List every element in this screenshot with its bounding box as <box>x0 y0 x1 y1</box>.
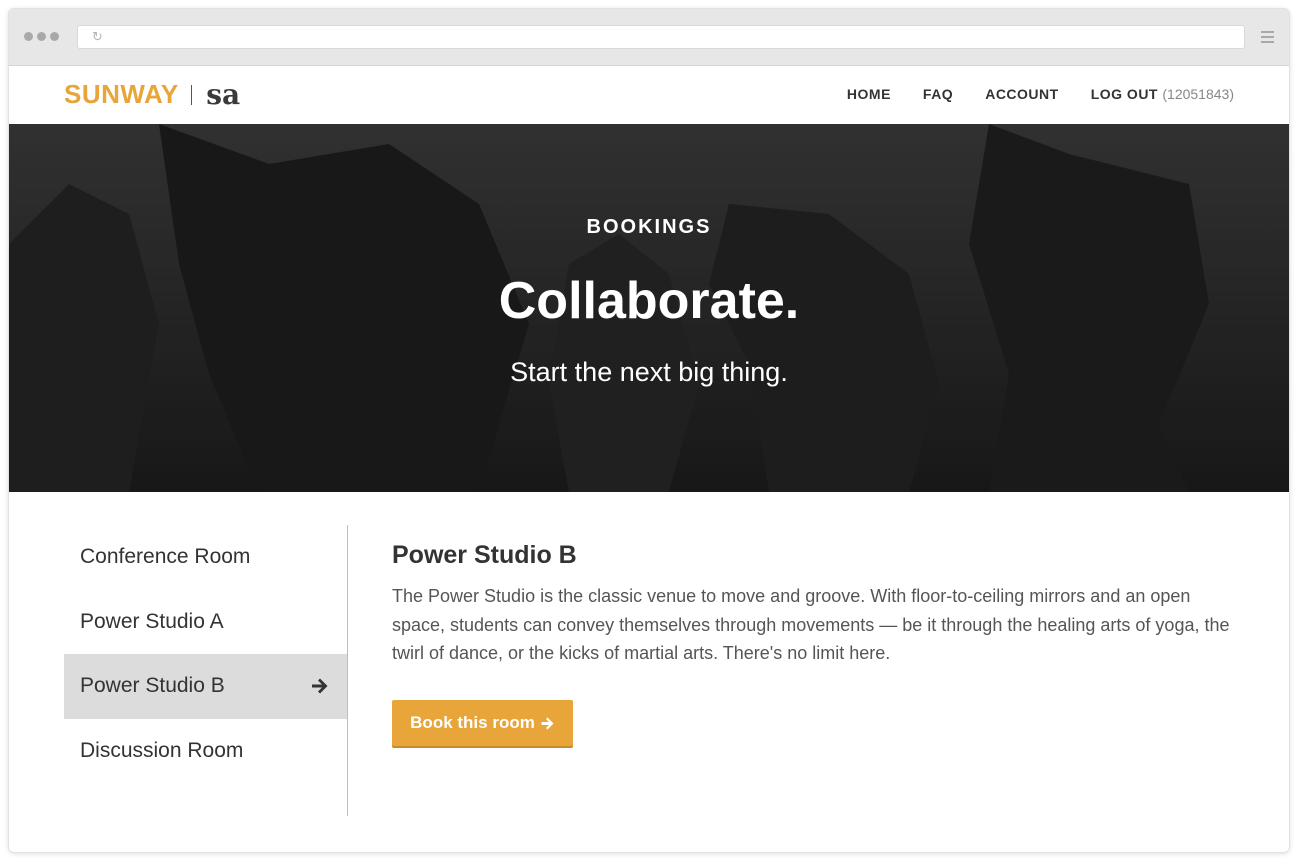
hero-title: Collaborate. <box>498 272 800 330</box>
window-controls <box>24 32 59 41</box>
room-item-label: Discussion Room <box>80 738 244 762</box>
logout-label: LOG OUT <box>1090 86 1158 102</box>
hero-eyebrow: BOOKINGS <box>586 216 712 238</box>
window-dot-icon <box>37 32 46 41</box>
nav-link-home[interactable]: HOME <box>847 86 891 102</box>
room-item-label: Conference Room <box>80 545 251 569</box>
room-description: The Power Studio is the classic venue to… <box>392 586 1230 663</box>
room-item-conference-room[interactable]: Conference Room <box>64 525 347 590</box>
site-header: SUNWAY sa HOME FAQ ACCOUNT LOG OUT (1205… <box>9 66 1289 124</box>
room-item-power-studio-a[interactable]: Power Studio A <box>64 590 347 655</box>
hero-banner: BOOKINGS Collaborate. Start the next big… <box>9 124 1289 492</box>
hamburger-menu-icon[interactable] <box>1261 31 1274 46</box>
room-item-discussion-room[interactable]: Discussion Room <box>64 719 347 784</box>
main-nav: HOME FAQ ACCOUNT LOG OUT (12051843) <box>847 86 1234 102</box>
reload-icon[interactable]: ↻ <box>92 29 103 45</box>
browser-chrome: ↻ <box>9 9 1289 66</box>
hero-subtitle: Start the next big thing. <box>510 357 788 387</box>
window-dot-icon <box>24 32 33 41</box>
arrow-right-icon <box>312 678 328 694</box>
book-button-label: Book this room <box>410 713 535 732</box>
nav-link-logout[interactable]: LOG OUT (12051843) <box>1091 86 1234 102</box>
room-item-label: Power Studio B <box>80 674 225 698</box>
nav-link-account[interactable]: ACCOUNT <box>985 86 1059 102</box>
address-bar[interactable]: ↻ <box>77 25 1245 49</box>
browser-window: ↻ SUNWAY sa HOME FAQ ACCOUNT LOG OUT (12… <box>9 9 1289 852</box>
site-logo[interactable]: SUNWAY sa <box>64 79 240 110</box>
logo-divider <box>190 84 193 105</box>
logo-brand-text: SUNWAY <box>64 79 179 109</box>
logo-sub-text: sa <box>206 77 241 111</box>
room-detail: Power Studio B The Power Studio is the c… <box>392 541 1242 746</box>
room-item-power-studio-b[interactable]: Power Studio B <box>64 654 347 719</box>
window-dot-icon <box>50 32 59 41</box>
room-title: Power Studio B <box>392 541 577 569</box>
room-list: Conference Room Power Studio A Power Stu… <box>64 525 348 816</box>
book-room-button[interactable]: Book this room <box>392 700 573 746</box>
user-id: (12051843) <box>1162 86 1234 102</box>
nav-link-faq[interactable]: FAQ <box>923 86 953 102</box>
room-item-label: Power Studio A <box>80 609 224 633</box>
arrow-right-icon <box>541 717 554 729</box>
